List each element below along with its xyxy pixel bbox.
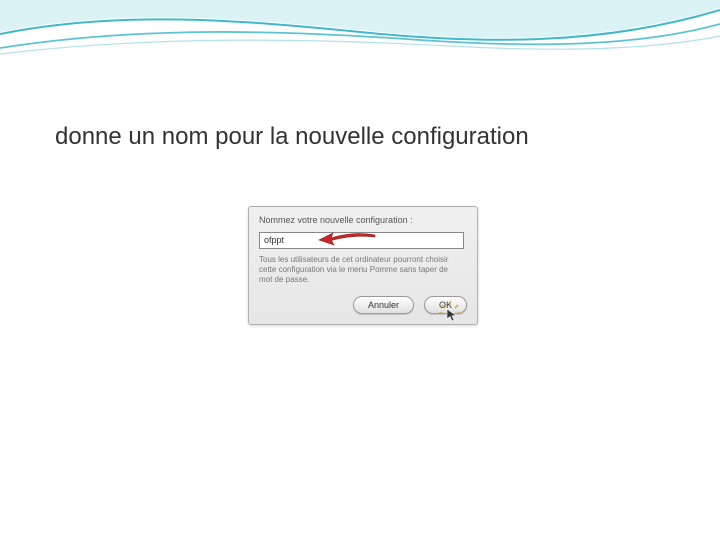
dialog-prompt-label: Nommez votre nouvelle configuration : — [259, 215, 467, 225]
dialog-help-text: Tous les utilisateurs de cet ordinateur … — [259, 255, 467, 286]
name-configuration-dialog: Nommez votre nouvelle configuration : To… — [248, 206, 478, 325]
cancel-button[interactable]: Annuler — [353, 296, 414, 314]
slide-title: donne un nom pour la nouvelle configurat… — [55, 123, 529, 151]
configuration-name-input[interactable] — [259, 232, 464, 249]
input-row — [259, 230, 467, 249]
decorative-wave — [0, 0, 720, 70]
ok-button[interactable]: OK — [424, 296, 467, 314]
dialog-button-row: Annuler OK — [259, 296, 467, 314]
